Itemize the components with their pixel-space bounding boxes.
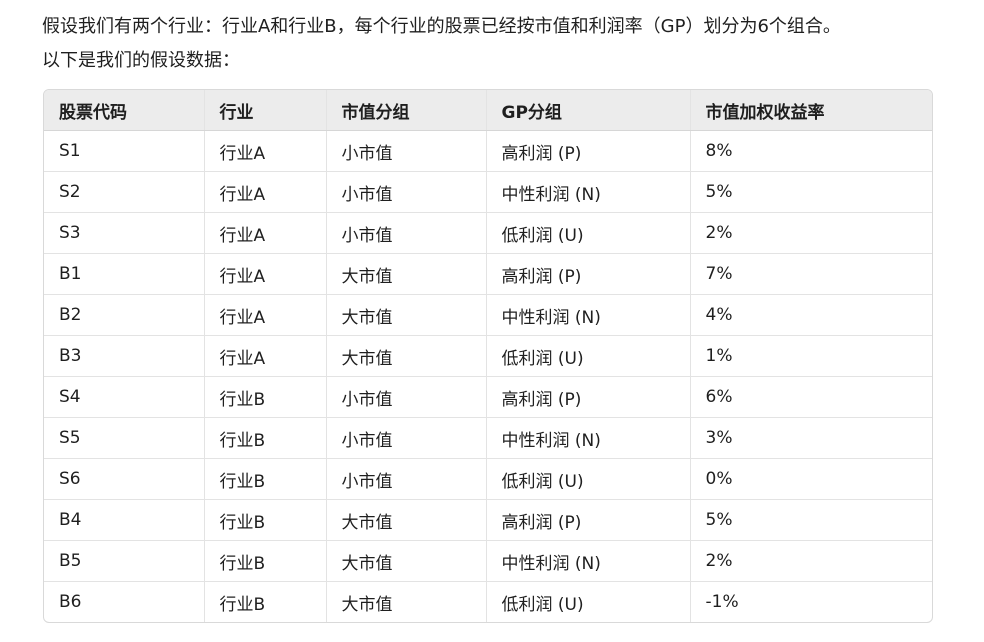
table-row: S6 行业B 小市值 低利润 (U) 0% [44, 458, 932, 500]
table-row: S5 行业B 小市值 中性利润 (N) 3% [44, 417, 932, 459]
table-row: S2 行业A 小市值 中性利润 (N) 5% [44, 171, 932, 213]
intro-line-2: 以下是我们的假设数据： [42, 50, 240, 71]
table-header-row: 股票代码 行业 市值分组 GP分组 市值加权收益率 [44, 90, 932, 131]
cell-gp-group: 中性利润 (N) [486, 294, 691, 336]
cell-market-cap-group: 大市值 [326, 499, 487, 541]
intro-text: 假设我们有两个行业：行业A和行业B，每个行业的股票已经按市值和利润率（GP）划分… [42, 10, 972, 78]
cell-industry: 行业B [204, 458, 327, 500]
cell-market-cap-group: 大市值 [326, 335, 487, 377]
table-row: S3 行业A 小市值 低利润 (U) 2% [44, 212, 932, 254]
cell-stock-code: S3 [44, 212, 205, 254]
cell-stock-code: B6 [44, 581, 205, 622]
cell-industry: 行业A [204, 171, 327, 213]
cell-gp-group: 中性利润 (N) [486, 417, 691, 459]
cell-industry: 行业A [204, 212, 327, 254]
cell-industry: 行业B [204, 581, 327, 622]
cell-industry: 行业A [204, 335, 327, 377]
cell-gp-group: 低利润 (U) [486, 581, 691, 622]
cell-industry: 行业A [204, 294, 327, 336]
cell-weighted-return: 1% [690, 335, 932, 377]
cell-industry: 行业A [204, 253, 327, 295]
cell-weighted-return: 8% [690, 130, 932, 172]
cell-industry: 行业B [204, 540, 327, 582]
header-weighted-return: 市值加权收益率 [690, 90, 932, 131]
cell-industry: 行业A [204, 130, 327, 172]
cell-weighted-return: 5% [690, 171, 932, 213]
cell-weighted-return: 5% [690, 499, 932, 541]
table-row: B5 行业B 大市值 中性利润 (N) 2% [44, 540, 932, 582]
cell-stock-code: B3 [44, 335, 205, 377]
cell-stock-code: B5 [44, 540, 205, 582]
table-row: B2 行业A 大市值 中性利润 (N) 4% [44, 294, 932, 336]
cell-industry: 行业B [204, 499, 327, 541]
cell-weighted-return: 0% [690, 458, 932, 500]
cell-stock-code: B2 [44, 294, 205, 336]
cell-market-cap-group: 大市值 [326, 581, 487, 622]
cell-gp-group: 中性利润 (N) [486, 540, 691, 582]
cell-market-cap-group: 小市值 [326, 458, 487, 500]
cell-stock-code: S2 [44, 171, 205, 213]
cell-gp-group: 低利润 (U) [486, 212, 691, 254]
cell-gp-group: 中性利润 (N) [486, 171, 691, 213]
header-market-cap-group: 市值分组 [326, 90, 487, 131]
cell-weighted-return: 6% [690, 376, 932, 418]
cell-gp-group: 高利润 (P) [486, 376, 691, 418]
cell-weighted-return: 7% [690, 253, 932, 295]
header-stock-code: 股票代码 [44, 90, 205, 131]
cell-stock-code: B4 [44, 499, 205, 541]
cell-market-cap-group: 小市值 [326, 212, 487, 254]
table-row: B4 行业B 大市值 高利润 (P) 5% [44, 499, 932, 541]
cell-industry: 行业B [204, 417, 327, 459]
cell-stock-code: S6 [44, 458, 205, 500]
cell-gp-group: 低利润 (U) [486, 458, 691, 500]
header-gp-group: GP分组 [486, 90, 691, 131]
cell-market-cap-group: 小市值 [326, 417, 487, 459]
table-row: B1 行业A 大市值 高利润 (P) 7% [44, 253, 932, 295]
intro-line-1: 假设我们有两个行业：行业A和行业B，每个行业的股票已经按市值和利润率（GP）划分… [42, 16, 841, 37]
cell-weighted-return: -1% [705, 592, 739, 612]
cell-stock-code: S1 [44, 130, 205, 172]
cell-stock-code: S5 [44, 417, 205, 459]
cell-gp-group: 高利润 (P) [486, 499, 691, 541]
table-row: B6 行业B 大市值 低利润 (U) -1% [44, 581, 932, 622]
table-row: S4 行业B 小市值 高利润 (P) 6% [44, 376, 932, 418]
cell-market-cap-group: 小市值 [326, 130, 487, 172]
cell-weighted-return: 2% [690, 540, 932, 582]
cell-gp-group: 高利润 (P) [486, 253, 691, 295]
cell-weighted-return: 4% [690, 294, 932, 336]
header-industry: 行业 [204, 90, 327, 131]
cell-industry: 行业B [204, 376, 327, 418]
cell-stock-code: S4 [44, 376, 205, 418]
cell-stock-code: B1 [44, 253, 205, 295]
data-table-container: 股票代码 行业 市值分组 GP分组 市值加权收益率 S1 行业A 小市值 高利润 (P… [43, 89, 933, 623]
cell-gp-group: 低利润 (U) [486, 335, 691, 377]
cell-weighted-return: 3% [690, 417, 932, 459]
table-row: B3 行业A 大市值 低利润 (U) 1% [44, 335, 932, 377]
stock-portfolio-table: 股票代码 行业 市值分组 GP分组 市值加权收益率 S1 行业A 小市值 高利润 (P… [44, 90, 932, 622]
table-row: S1 行业A 小市值 高利润 (P) 8% [44, 130, 932, 172]
cell-market-cap-group: 小市值 [326, 171, 487, 213]
cell-weighted-return: 2% [690, 212, 932, 254]
cell-market-cap-group: 大市值 [326, 253, 487, 295]
cell-market-cap-group: 大市值 [326, 294, 487, 336]
cell-gp-group: 高利润 (P) [486, 130, 691, 172]
table-body: S1 行业A 小市值 高利润 (P) 8% S2 行业A 小市值 中性利润 (N) 5% S3 行业A… [44, 130, 932, 622]
cell-market-cap-group: 小市值 [326, 376, 487, 418]
cell-market-cap-group: 大市值 [326, 540, 487, 582]
